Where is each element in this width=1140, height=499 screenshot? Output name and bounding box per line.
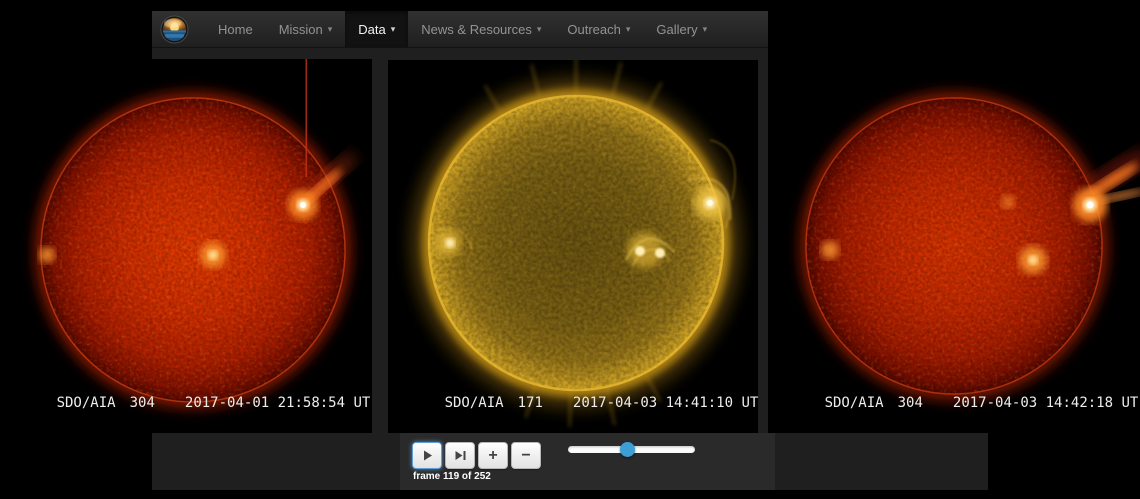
minus-icon: − [521,448,530,464]
sun-image-aia304-left[interactable]: SDO/AIA 304 2017-04-01 21:58:54 UT [0,59,372,433]
frame-slider-handle[interactable] [620,442,635,457]
sun-disk-aia171 [388,60,758,433]
nav-item-mission[interactable]: Mission ▾ [266,11,346,47]
step-forward-icon [453,449,467,462]
image-caption: SDO/AIA 304 2017-04-01 21:58:54 UT [6,379,370,427]
caption-channel: 171 [518,395,543,411]
speed-down-button[interactable]: − [511,442,541,469]
frame-counter: frame 119 of 252 [413,471,491,482]
caption-channel: 304 [130,395,155,411]
play-icon [421,449,434,462]
nav-label: Gallery [656,22,697,37]
nav-item-gallery[interactable]: Gallery ▾ [643,11,720,47]
speed-up-button[interactable]: + [478,442,508,469]
sdo-movie-viewer-page: Home ▾ Mission ▾ Data ▾ News & Resources… [0,0,1140,499]
nav-menu: Home ▾ Mission ▾ Data ▾ News & Resources… [205,11,720,47]
sun-disk-aia304 [768,0,1140,433]
step-frame-button[interactable] [445,442,475,469]
caption-timestamp: 2017-04-01 21:58:54 UT [185,395,370,411]
nav-item-home[interactable]: Home ▾ [205,11,266,47]
chevron-down-icon: ▾ [391,24,396,35]
plus-icon: + [488,448,497,464]
caption-timestamp: 2017-04-03 14:42:18 UT [953,395,1138,411]
nav-label: Mission [279,22,323,37]
caption-timestamp: 2017-04-03 14:41:10 UT [573,395,758,411]
nav-item-data[interactable]: Data ▾ [345,11,408,47]
nav-item-outreach[interactable]: Outreach ▾ [554,11,643,47]
nav-label: Home [218,22,253,37]
caption-instrument: SDO/AIA [445,395,504,411]
play-button[interactable] [412,442,442,469]
chevron-down-icon: ▾ [537,24,542,35]
movie-controls: + − frame 119 of 252 [400,433,775,490]
sun-image-aia304-right[interactable]: SDO/AIA 304 2017-04-03 14:42:18 UT [768,0,1140,433]
caption-instrument: SDO/AIA [825,395,884,411]
caption-channel: 304 [898,395,923,411]
sdo-logo-icon[interactable] [160,15,189,44]
nav-label: Outreach [567,22,620,37]
nav-label: Data [358,22,385,37]
chevron-down-icon: ▾ [703,24,708,35]
nav-label: News & Resources [421,22,532,37]
nav-item-news-resources[interactable]: News & Resources ▾ [408,11,554,47]
sun-disk-aia304 [0,59,372,433]
sun-image-aia171-center[interactable]: SDO/AIA 171 2017-04-03 14:41:10 UT [388,60,758,433]
playback-buttons: + − [412,442,544,469]
image-caption: SDO/AIA 171 2017-04-03 14:41:10 UT [394,379,758,427]
image-caption: SDO/AIA 304 2017-04-03 14:42:18 UT [774,379,1138,427]
chevron-down-icon: ▾ [328,24,333,35]
caption-instrument: SDO/AIA [57,395,116,411]
chevron-down-icon: ▾ [626,24,631,35]
